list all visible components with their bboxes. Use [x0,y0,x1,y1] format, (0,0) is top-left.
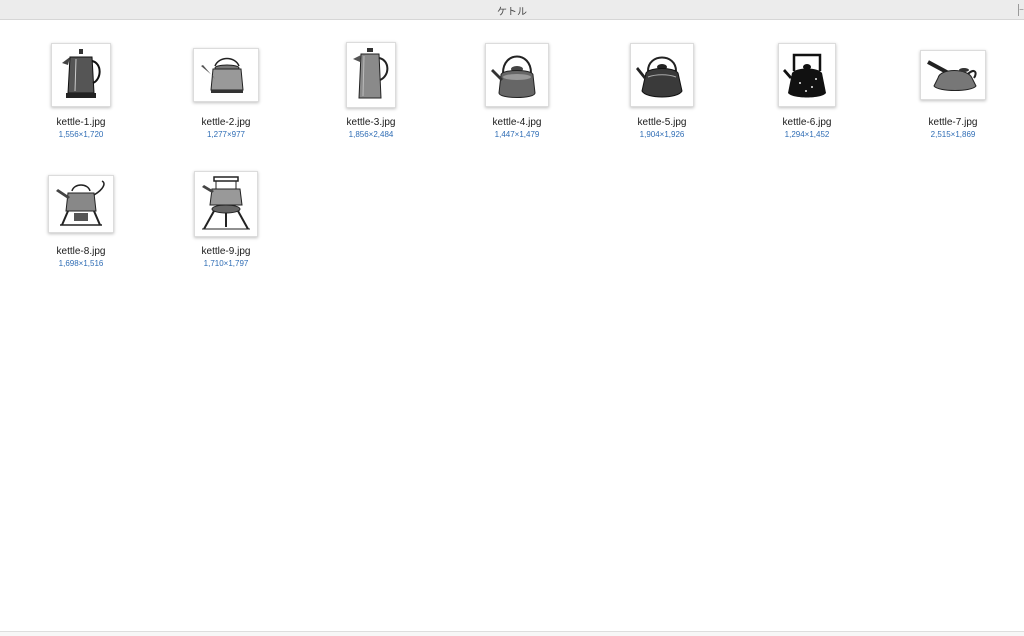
file-item-kettle-6[interactable]: kettle-6.jpg 1,294×1,452 [752,20,862,140]
kettle-1-thumbnail[interactable] [51,43,111,107]
kettle-4-thumbnail[interactable] [485,43,549,107]
file-dimensions: 2,515×1,869 [930,130,976,139]
file-dimensions: 1,447×1,479 [494,130,540,139]
file-item-kettle-1[interactable]: kettle-1.jpg 1,556×1,720 [26,20,136,140]
kettle-8-thumbnail[interactable] [48,175,114,233]
file-item-kettle-2[interactable]: kettle-2.jpg 1,277×977 [171,20,281,140]
file-name: kettle-3.jpg [346,117,396,128]
file-icon-grid[interactable]: kettle-1.jpg 1,556×1,720 kettle-2.jpg 1,… [0,20,1024,632]
window-title: ケトル [497,7,527,18]
file-dimensions: 1,904×1,926 [639,130,685,139]
file-name: kettle-5.jpg [637,117,687,128]
file-name: kettle-1.jpg [56,117,106,128]
file-item-kettle-5[interactable]: kettle-5.jpg 1,904×1,926 [607,20,717,140]
file-name: kettle-8.jpg [56,246,106,257]
file-item-kettle-3[interactable]: kettle-3.jpg 1,856×2,484 [316,20,426,140]
file-name: kettle-7.jpg [928,117,978,128]
file-dimensions: 1,856×2,484 [348,130,394,139]
window-titlebar[interactable]: ケトル − [0,0,1024,20]
file-name: kettle-6.jpg [782,117,832,128]
kettle-2-thumbnail[interactable] [193,48,259,102]
file-dimensions: 1,556×1,720 [58,130,104,139]
window-bottom-edge [0,631,1024,636]
file-name: kettle-9.jpg [201,246,251,257]
file-item-kettle-9[interactable]: kettle-9.jpg 1,710×1,797 [171,149,281,269]
file-dimensions: 1,698×1,516 [58,259,104,268]
file-dimensions: 1,277×977 [206,130,246,139]
file-item-kettle-4[interactable]: kettle-4.jpg 1,447×1,479 [462,20,572,140]
file-item-kettle-7[interactable]: kettle-7.jpg 2,515×1,869 [898,20,1008,140]
file-name: kettle-4.jpg [492,117,542,128]
file-dimensions: 1,294×1,452 [784,130,830,139]
kettle-9-thumbnail[interactable] [194,171,258,237]
kettle-6-thumbnail[interactable] [778,43,836,107]
window-edge-control[interactable]: − [1018,4,1024,16]
kettle-7-thumbnail[interactable] [920,50,986,100]
file-item-kettle-8[interactable]: kettle-8.jpg 1,698×1,516 [26,149,136,269]
file-name: kettle-2.jpg [201,117,251,128]
file-dimensions: 1,710×1,797 [203,259,249,268]
kettle-5-thumbnail[interactable] [630,43,694,107]
kettle-3-thumbnail[interactable] [346,42,396,108]
